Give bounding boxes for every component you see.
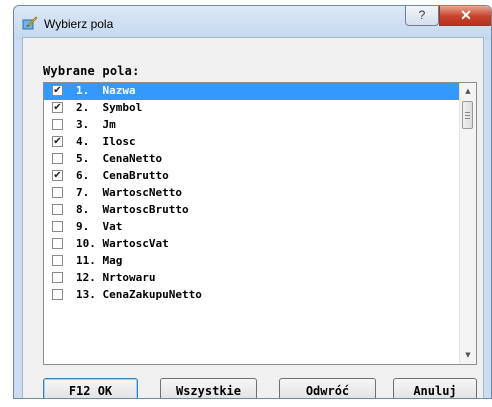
scroll-down-arrow-icon[interactable]: ▼: [460, 347, 476, 364]
list-item[interactable]: ✔ 2. Symbol: [44, 100, 459, 117]
list-item[interactable]: 11. Mag: [44, 253, 459, 270]
invert-selection-button[interactable]: Odwróć: [279, 378, 376, 398]
close-button[interactable]: ✕: [439, 6, 491, 26]
list-item-label: 9. Vat: [76, 220, 123, 233]
select-all-button[interactable]: Wszystkie: [160, 378, 257, 398]
field-checkbox[interactable]: [52, 255, 63, 266]
ok-button[interactable]: F12 OK: [43, 378, 138, 398]
dialog-window: Wybierz pola ? ✕ Wybrane pola: ✔ 1. Nazwa…: [13, 5, 492, 399]
list-item-label: 4. Ilosc: [76, 135, 136, 148]
list-item-label: 5. CenaNetto: [76, 152, 163, 165]
list-item-label: 2. Symbol: [76, 101, 143, 114]
list-item-label: 12. Nrtowaru: [76, 271, 156, 284]
list-item[interactable]: ✔ 6. CenaBrutto: [44, 168, 459, 185]
list-item-label: 3. Jm: [76, 118, 116, 131]
title-bar[interactable]: Wybierz pola ? ✕: [14, 6, 491, 40]
field-checkbox[interactable]: [52, 187, 63, 198]
field-checkbox[interactable]: ✔: [52, 136, 63, 147]
list-item[interactable]: 9. Vat: [44, 219, 459, 236]
field-checkbox[interactable]: ✔: [52, 170, 63, 181]
list-item[interactable]: 7. WartoscNetto: [44, 185, 459, 202]
list-item[interactable]: ✔ 4. Ilosc: [44, 134, 459, 151]
list-item[interactable]: 3. Jm: [44, 117, 459, 134]
list-item-label: 7. WartoscNetto: [76, 186, 182, 199]
dialog-content: Wybrane pola: ✔ 1. Nazwa ✔ 2. Symbol 3. Jm ✔ 4…: [22, 37, 484, 398]
field-checkbox[interactable]: [52, 289, 63, 300]
cancel-button[interactable]: Anuluj: [393, 378, 477, 398]
list-item[interactable]: 13. CenaZakupuNetto: [44, 287, 459, 304]
selected-fields-label: Wybrane pola:: [43, 64, 140, 78]
list-item-label: 1. Nazwa: [76, 84, 136, 97]
list-item-label: 8. WartoscBrutto: [76, 203, 189, 216]
scrollbar-thumb[interactable]: [462, 101, 473, 129]
field-checkbox[interactable]: ✔: [52, 102, 63, 113]
list-item-label: 6. CenaBrutto: [76, 169, 169, 182]
list-item-label: 11. Mag: [76, 254, 123, 267]
window-title: Wybierz pola: [44, 17, 114, 31]
list-item[interactable]: 10. WartoscVat: [44, 236, 459, 253]
field-checkbox[interactable]: ✔: [52, 85, 63, 96]
list-item[interactable]: 8. WartoscBrutto: [44, 202, 459, 219]
scroll-up-arrow-icon[interactable]: ▲: [460, 83, 476, 100]
thumb-grip-line: [465, 115, 470, 116]
app-icon: [22, 16, 38, 30]
list-item[interactable]: 12. Nrtowaru: [44, 270, 459, 287]
field-checkbox[interactable]: [52, 153, 63, 164]
vertical-scrollbar[interactable]: ▲ ▼: [459, 83, 476, 364]
field-checkbox[interactable]: [52, 238, 63, 249]
thumb-grip-line: [465, 118, 470, 119]
fields-listbox[interactable]: ✔ 1. Nazwa ✔ 2. Symbol 3. Jm ✔ 4. Ilosc 5. Cena…: [43, 82, 477, 365]
field-checkbox[interactable]: [52, 272, 63, 283]
list-item[interactable]: ✔ 1. Nazwa: [44, 83, 459, 100]
help-button[interactable]: ?: [405, 6, 439, 26]
list-item-label: 13. CenaZakupuNetto: [76, 288, 202, 301]
field-checkbox[interactable]: [52, 119, 63, 130]
thumb-grip-line: [465, 112, 470, 113]
fields-list: ✔ 1. Nazwa ✔ 2. Symbol 3. Jm ✔ 4. Ilosc 5. Cena…: [44, 83, 459, 304]
list-item[interactable]: 5. CenaNetto: [44, 151, 459, 168]
field-checkbox[interactable]: [52, 204, 63, 215]
field-checkbox[interactable]: [52, 221, 63, 232]
list-item-label: 10. WartoscVat: [76, 237, 169, 250]
